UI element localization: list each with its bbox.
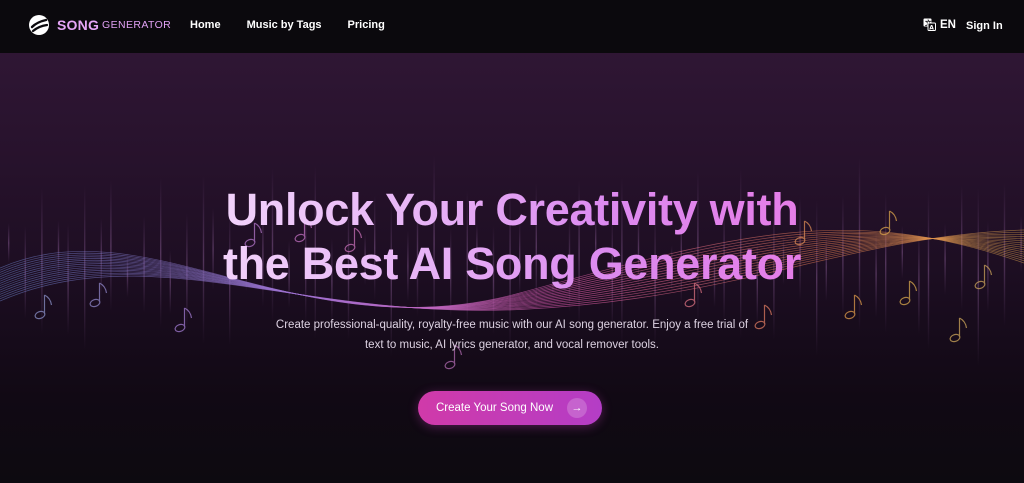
music-note [34, 294, 53, 320]
brand-logo[interactable]: SONG GENERATOR [28, 14, 171, 36]
brand-name: SONG [57, 17, 100, 33]
hero-description: Create professional-quality, royalty-fre… [275, 319, 749, 351]
svg-text:A: A [929, 24, 934, 31]
translate-icon: 文 A [923, 18, 936, 31]
hero-section: Unlock Your Creativity with the Best AI … [0, 53, 1024, 483]
create-song-button[interactable]: Create Your Song Now → [418, 391, 602, 425]
music-note [949, 317, 968, 343]
sign-in-link[interactable]: Sign In [966, 20, 1003, 32]
hero-title-line-2: the Best AI Song Generator [222, 238, 802, 289]
nav-item-music-by-tags[interactable]: Music by Tags [247, 19, 322, 31]
main-nav: Home Music by Tags Pricing [190, 19, 411, 31]
vinyl-logo-icon [29, 15, 49, 35]
hero-title: Unlock Your Creativity with the Best AI … [0, 183, 1024, 291]
nav-item-home[interactable]: Home [190, 19, 221, 31]
language-switcher[interactable]: 文 A EN [923, 18, 956, 31]
brand-subtitle: GENERATOR [102, 19, 172, 31]
language-label: EN [940, 18, 956, 31]
top-navigation-bar: SONG GENERATOR Home Music by Tags Pricin… [0, 0, 1024, 53]
create-song-button-label: Create Your Song Now [436, 402, 553, 414]
music-note [174, 307, 193, 333]
arrow-right-icon: → [567, 398, 587, 418]
hero-title-line-1: Unlock Your Creativity with [225, 184, 799, 235]
nav-item-pricing[interactable]: Pricing [348, 19, 385, 31]
